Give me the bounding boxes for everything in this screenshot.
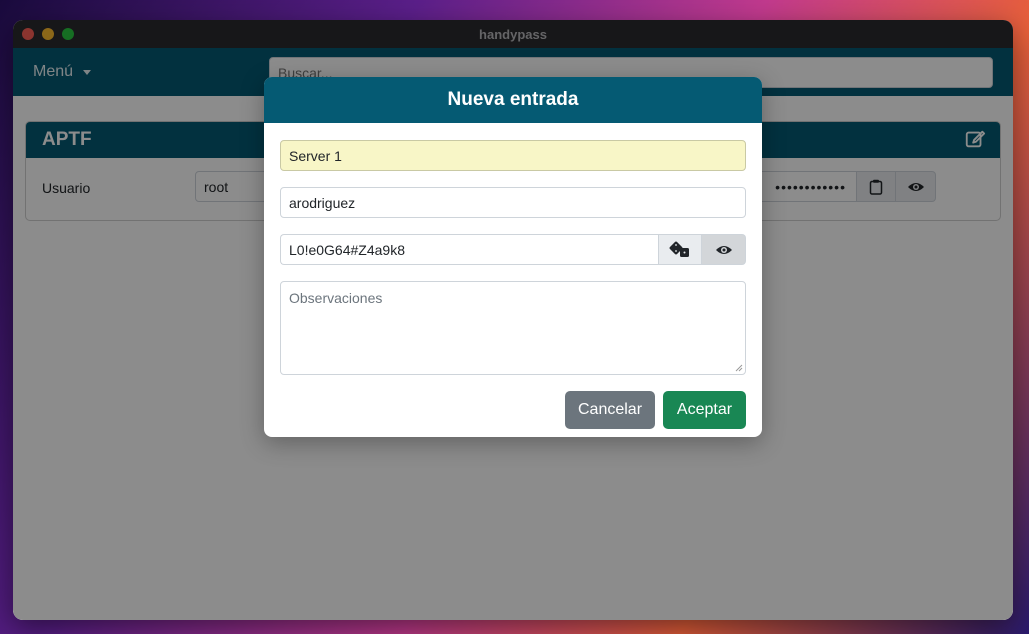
new-entry-dialog: Nueva entrada Server 1 arodriguez L0!e0G…: [264, 77, 762, 437]
eye-icon: [715, 245, 732, 254]
toggle-password-visibility-button[interactable]: [702, 234, 746, 265]
password-row: L0!e0G64#Z4a9k8: [280, 234, 746, 265]
accept-button[interactable]: Aceptar: [663, 391, 746, 429]
password-input[interactable]: L0!e0G64#Z4a9k8: [280, 234, 658, 265]
resize-handle-icon[interactable]: [735, 364, 743, 372]
dialog-body: Server 1 arodriguez L0!e0G64#Z4a9k8 Obse…: [264, 123, 762, 437]
entry-title-input[interactable]: Server 1: [280, 140, 746, 171]
notes-placeholder: Observaciones: [289, 290, 383, 306]
username-input[interactable]: arodriguez: [280, 187, 746, 218]
dice-icon: [669, 241, 689, 257]
notes-textarea[interactable]: Observaciones: [280, 281, 746, 375]
generate-password-button[interactable]: [658, 234, 702, 265]
dialog-header: Nueva entrada: [264, 77, 762, 123]
dialog-title: Nueva entrada: [447, 89, 579, 110]
cancel-button[interactable]: Cancelar: [565, 391, 655, 429]
